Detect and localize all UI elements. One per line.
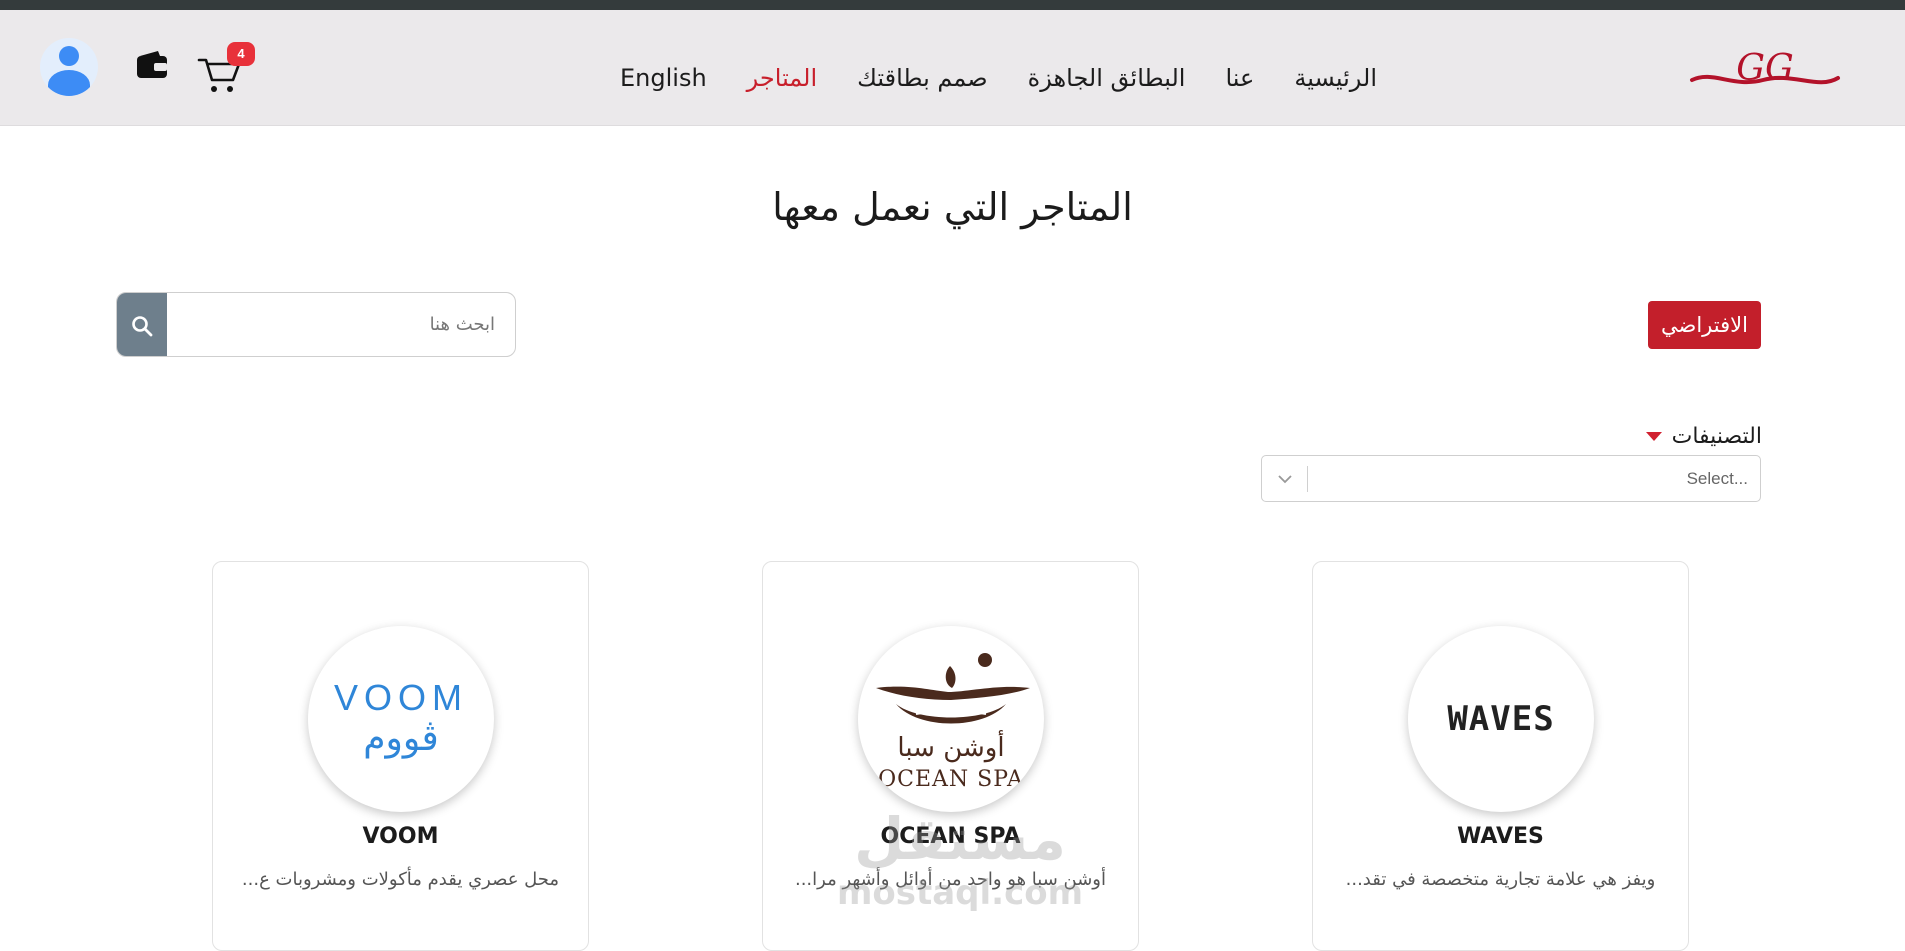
logo-lettering: GG xyxy=(1736,50,1794,89)
nav-language[interactable]: English xyxy=(620,58,707,98)
avatar-head xyxy=(59,46,79,66)
store-description: أوشن سبا هو واحد من أوائل وأشهر مرا... xyxy=(794,869,1106,890)
ocean-spa-logo-ar: أوشن سبا xyxy=(897,729,1004,763)
search-input[interactable] xyxy=(167,293,515,356)
voom-logo-ar: ڤووم xyxy=(363,718,438,759)
voom-logo-en: VOOM xyxy=(334,677,468,718)
categories-toggle[interactable]: التصنيفات xyxy=(1600,420,1762,452)
store-card-ocean-spa[interactable]: أوشن سبا OCEAN SPA OCEAN SPA أوشن سبا هو… xyxy=(762,561,1139,951)
nav-about[interactable]: عنا xyxy=(1225,58,1254,98)
store-description: ويفز هي علامة تجارية متخصصة في تقد... xyxy=(1345,869,1656,890)
select-placeholder: Select... xyxy=(1686,469,1748,488)
cart-count-badge: 4 xyxy=(227,42,255,66)
nav-ready-cards[interactable]: البطائق الجاهزة xyxy=(1028,58,1186,98)
store-logo-waves: WAVES xyxy=(1408,626,1594,812)
store-description: محل عصري يقدم مأكولات ومشروبات ع... xyxy=(241,869,560,890)
search-icon xyxy=(132,315,153,336)
store-name: VOOM xyxy=(362,824,439,849)
store-name: OCEAN SPA xyxy=(880,824,1021,849)
store-logo-voom: VOOM ڤووم xyxy=(308,626,494,812)
store-card-voom[interactable]: VOOM ڤووم VOOM محل عصري يقدم مأكولات ومش… xyxy=(212,561,589,951)
nav-home[interactable]: الرئيسية xyxy=(1294,58,1377,98)
chevron-down-icon xyxy=(1278,474,1292,483)
categories-select[interactable]: Select... xyxy=(1261,455,1761,502)
store-name: WAVES xyxy=(1457,824,1544,849)
select-separator xyxy=(1307,466,1308,492)
wallet-icon[interactable] xyxy=(136,50,168,80)
categories-label: التصنيفات xyxy=(1671,423,1762,449)
site-logo[interactable]: GG xyxy=(1688,50,1842,100)
caret-down-icon xyxy=(1645,431,1662,441)
site-header: 4 English المتاجر صمم بطاقتك البطائق الج… xyxy=(0,10,1905,126)
top-strip xyxy=(0,0,1905,10)
user-avatar-icon[interactable] xyxy=(40,38,98,96)
store-logo-ocean-spa: أوشن سبا OCEAN SPA xyxy=(858,626,1044,812)
main-nav: English المتاجر صمم بطاقتك البطائق الجاه… xyxy=(620,58,1377,98)
page-title: المتاجر التي نعمل معها xyxy=(772,185,1133,229)
avatar-body xyxy=(48,70,90,96)
waves-logo-text: WAVES xyxy=(1447,699,1554,739)
store-card-waves[interactable]: WAVES WAVES ويفز هي علامة تجارية متخصصة … xyxy=(1312,561,1689,951)
default-sort-button[interactable]: الافتراضي xyxy=(1648,301,1761,349)
search-box xyxy=(116,292,516,357)
ocean-spa-logo-en: OCEAN SPA xyxy=(878,767,1024,792)
nav-design-card[interactable]: صمم بطاقتك xyxy=(857,58,987,98)
nav-stores[interactable]: المتاجر xyxy=(747,58,818,98)
select-arrow[interactable] xyxy=(1262,456,1308,501)
search-button[interactable] xyxy=(117,293,167,356)
